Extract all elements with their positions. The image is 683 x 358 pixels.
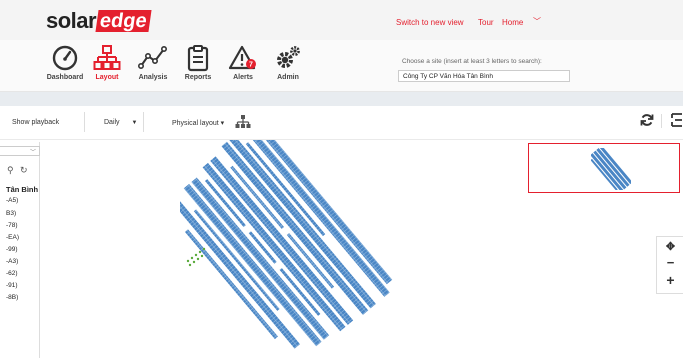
sitemap-icon (93, 45, 121, 70)
tree-item[interactable]: -EA) (6, 234, 19, 241)
site-search-input[interactable] (398, 70, 570, 82)
site-tree-title: Tân Bình (6, 185, 39, 194)
switch-view-link[interactable]: Switch to new view (396, 18, 464, 27)
gauge-icon (52, 45, 78, 71)
clipboard-icon (187, 45, 209, 72)
tour-link[interactable]: Tour (478, 18, 494, 27)
left-panel-dropdown[interactable]: ﹀ (0, 146, 40, 156)
tree-item[interactable]: -A5) (6, 197, 18, 204)
period-caret-icon: ▼ (131, 120, 138, 126)
warning-icon: 7 (228, 45, 256, 70)
tree-item[interactable]: -99) (6, 246, 18, 253)
chevron-down-icon[interactable]: ﹀ (533, 16, 541, 27)
zoom-in-button[interactable]: + (657, 272, 683, 288)
separator-band (0, 92, 683, 106)
minimap[interactable] (528, 143, 680, 193)
toolbar-divider (84, 112, 85, 132)
refresh-small-icon[interactable]: ↻ (20, 165, 28, 176)
tree-item[interactable]: -91) (6, 282, 18, 289)
nav-reports[interactable]: Reports (176, 44, 220, 81)
nav-label-alerts: Alerts (233, 74, 253, 81)
nav-layout[interactable]: Layout (85, 44, 129, 81)
nav-dashboard[interactable]: Dashboard (43, 44, 87, 81)
solar-array-diagram[interactable] (180, 140, 405, 358)
solaredge-logo[interactable]: solar edge (46, 8, 152, 33)
physical-layout-select[interactable]: Physical layout ▾ (172, 119, 224, 127)
toolbar-divider (661, 114, 662, 128)
home-link[interactable]: Home (502, 18, 523, 27)
tree-item[interactable]: B3) (6, 210, 16, 217)
hierarchy-icon[interactable] (235, 114, 251, 130)
main-nav: Dashboard Layout Analysis Reports 7 Aler… (0, 40, 683, 92)
period-select-value: Daily (104, 119, 120, 126)
tree-item[interactable]: -A3) (6, 258, 18, 265)
site-search-prompt: Choose a site (insert at least 3 letters… (402, 58, 542, 65)
show-playback-button[interactable]: Show playback (12, 119, 59, 126)
chevron-down-icon: ﹀ (29, 150, 36, 156)
search-icon[interactable]: ⚲ (7, 165, 14, 176)
tree-item[interactable]: -62) (6, 270, 18, 277)
minimap-array-icon (591, 148, 631, 190)
nav-alerts[interactable]: 7 Alerts (221, 44, 265, 81)
nav-label-admin: Admin (277, 74, 299, 81)
logo-edge-text: edge (95, 10, 152, 32)
nav-admin[interactable]: Admin (266, 44, 310, 81)
gears-icon (277, 46, 300, 68)
alerts-badge: 7 (249, 62, 253, 69)
line-chart-icon (138, 45, 167, 69)
zoom-controls: ✥ − + (656, 236, 683, 294)
nav-label-analysis: Analysis (138, 74, 168, 81)
tree-item[interactable]: -8B) (6, 294, 18, 301)
toolbar-divider (143, 112, 144, 132)
nav-analysis[interactable]: Analysis (131, 44, 175, 81)
pan-icon[interactable]: ✥ (657, 240, 683, 253)
refresh-icon[interactable] (640, 113, 654, 127)
nav-label-dashboard: Dashboard (46, 74, 84, 81)
fullscreen-icon[interactable] (671, 113, 683, 127)
logo-solar-text: solar (46, 8, 97, 33)
zoom-out-button[interactable]: − (657, 255, 683, 270)
nav-label-layout: Layout (95, 74, 119, 81)
period-select[interactable]: Daily ▼ (104, 119, 137, 126)
nav-label-reports: Reports (184, 74, 212, 81)
tree-item[interactable]: -78) (6, 222, 18, 229)
layout-toolbar (0, 106, 683, 140)
top-bar: solar edge Switch to new view Tour Home … (0, 0, 683, 40)
